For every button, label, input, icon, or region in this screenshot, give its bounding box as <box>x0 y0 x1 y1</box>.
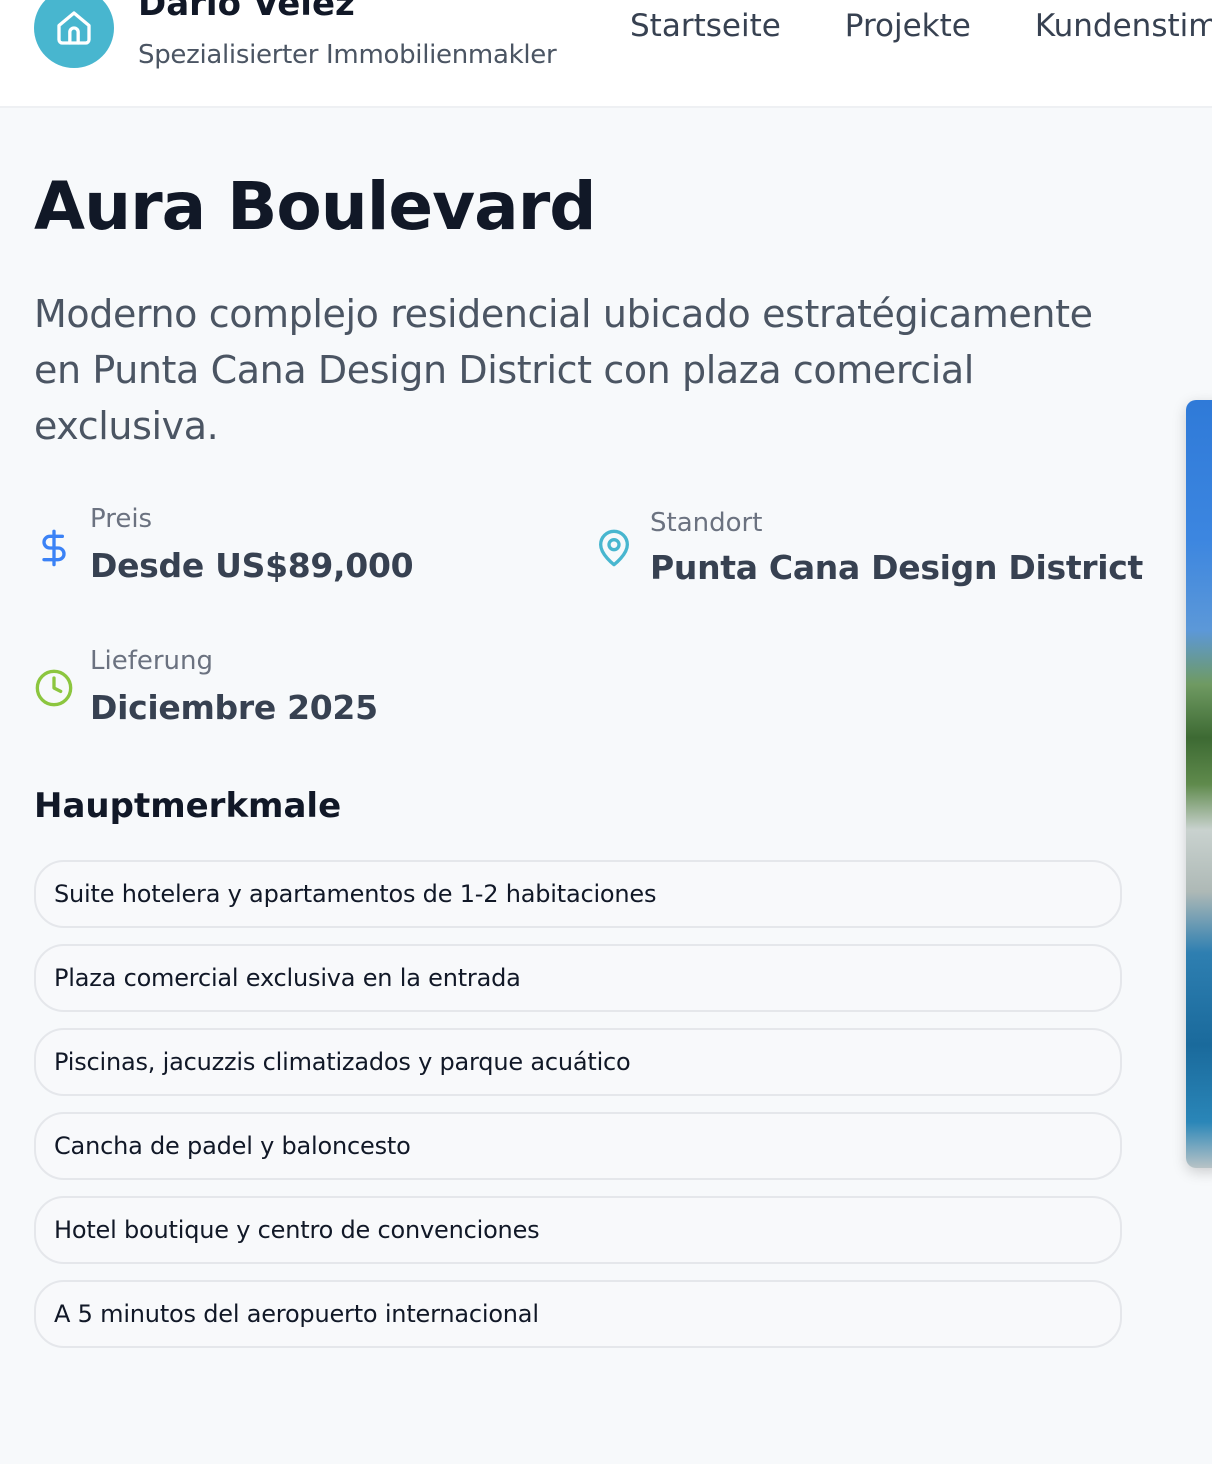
home-icon <box>57 11 91 45</box>
feature-item: Cancha de padel y baloncesto <box>34 1112 1122 1180</box>
feature-item: Suite hotelera y apartamentos de 1-2 hab… <box>34 860 1122 928</box>
features-list: Suite hotelera y apartamentos de 1-2 hab… <box>34 860 1122 1364</box>
feature-item: A 5 minutos del aeropuerto internacional <box>34 1280 1122 1348</box>
location-value: Punta Cana Design District <box>650 548 1144 587</box>
delivery-label: Lieferung <box>90 646 214 676</box>
feature-item: Plaza comercial exclusiva en la entrada <box>34 944 1122 1012</box>
nav-link-projekte[interactable]: Projekte <box>845 8 971 44</box>
logo[interactable] <box>34 0 114 68</box>
brand-subtitle: Spezialisierter Immobilienmakler <box>138 40 557 70</box>
nav-link-kundenstimmen[interactable]: Kundenstim <box>1035 8 1212 44</box>
project-image[interactable] <box>1186 400 1212 1168</box>
delivery-value: Diciembre 2025 <box>90 688 378 727</box>
feature-item: Hotel boutique y centro de convenciones <box>34 1196 1122 1264</box>
nav-link-startseite[interactable]: Startseite <box>630 8 781 44</box>
project-description: Moderno complejo residencial ubicado est… <box>34 292 1093 448</box>
price-value: Desde US$89,000 <box>90 546 414 585</box>
clock-icon <box>35 669 73 707</box>
brand-name[interactable]: Dario Velez <box>138 0 355 24</box>
location-label: Standort <box>650 508 763 538</box>
site-header: Dario Velez Spezialisierter Immobilienma… <box>0 0 1212 108</box>
project-title: Aura Boulevard <box>34 168 597 245</box>
dollar-icon <box>42 529 66 567</box>
features-title: Hauptmerkmale <box>34 786 342 826</box>
main-nav: Startseite Projekte Kundenstim <box>630 8 1212 44</box>
map-pin-icon <box>599 529 629 567</box>
price-label: Preis <box>90 504 153 534</box>
feature-item: Piscinas, jacuzzis climatizados y parque… <box>34 1028 1122 1096</box>
